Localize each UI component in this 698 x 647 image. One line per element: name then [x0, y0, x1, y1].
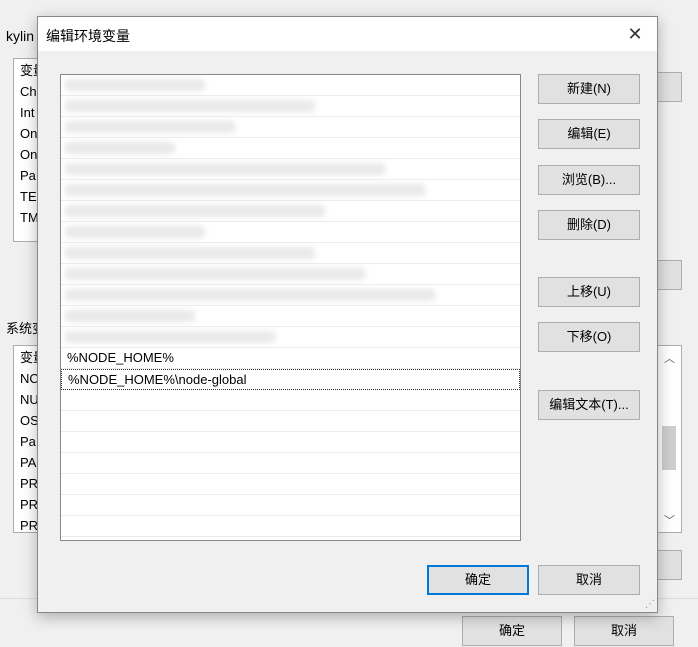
list-item[interactable]: OS [20, 413, 39, 429]
list-item[interactable] [61, 117, 520, 138]
parent-window-title: kylin [6, 28, 35, 44]
list-item[interactable] [61, 222, 520, 243]
list-item[interactable] [61, 159, 520, 180]
ok-button[interactable]: 确定 [427, 565, 529, 595]
parent-button-fragment[interactable] [657, 72, 682, 102]
list-item-text: %NODE_HOME% [67, 350, 174, 365]
redacted-entry [65, 226, 205, 238]
list-item[interactable] [61, 243, 520, 264]
redacted-entry [65, 205, 325, 217]
list-item[interactable]: PR [20, 497, 38, 513]
list-item[interactable] [61, 411, 520, 432]
edit-environment-variable-dialog: 编辑环境变量 ✕ %NODE_HOME% %NODE_HOME%\node-glo… [37, 16, 658, 613]
path-entries-list[interactable]: %NODE_HOME% %NODE_HOME%\node-global [60, 74, 521, 541]
delete-button[interactable]: 删除(D) [538, 210, 640, 240]
list-item[interactable]: TE [20, 189, 37, 205]
edit-button[interactable]: 编辑(E) [538, 119, 640, 149]
redacted-entry [65, 331, 275, 343]
list-item[interactable] [61, 201, 520, 222]
parent-button-fragment[interactable] [657, 550, 682, 580]
dialog-title: 编辑环境变量 [46, 28, 130, 44]
list-item[interactable]: NU [20, 392, 39, 408]
parent-button-fragment[interactable] [657, 260, 682, 290]
move-up-button[interactable]: 上移(U) [538, 277, 640, 307]
scroll-up-icon[interactable]: ︿ [664, 350, 675, 366]
list-item[interactable]: Ch [20, 84, 37, 100]
list-item[interactable]: PR [20, 476, 38, 492]
scroll-thumb[interactable] [662, 426, 676, 470]
list-item-text: %NODE_HOME%\node-global [68, 372, 247, 387]
list-item[interactable]: Pa [20, 168, 36, 184]
list-item[interactable] [61, 516, 520, 537]
list-item[interactable]: PR [20, 518, 38, 532]
redacted-entry [65, 142, 175, 154]
list-item[interactable] [61, 327, 520, 348]
resize-grip-icon[interactable]: ⋰ [645, 599, 655, 610]
parent-ok-button[interactable]: 确定 [462, 616, 562, 646]
redacted-entry [65, 247, 315, 259]
browse-button[interactable]: 浏览(B)... [538, 165, 640, 195]
cancel-button[interactable]: 取消 [538, 565, 640, 595]
list-item[interactable]: %NODE_HOME%\node-global [61, 369, 520, 390]
list-item[interactable] [61, 306, 520, 327]
list-item[interactable]: Pa [20, 434, 36, 450]
redacted-entry [65, 163, 385, 175]
redacted-entry [65, 79, 205, 91]
edit-text-button[interactable]: 编辑文本(T)... [538, 390, 640, 420]
list-item[interactable]: TM [20, 210, 39, 226]
close-icon[interactable]: ✕ [621, 21, 649, 47]
redacted-entry [65, 310, 195, 322]
redacted-entry [65, 100, 315, 112]
list-item[interactable] [61, 96, 520, 117]
list-item[interactable] [61, 264, 520, 285]
system-list-scrollbar[interactable]: ︿ ﹀ [657, 345, 682, 533]
list-item[interactable] [61, 285, 520, 306]
list-item[interactable] [61, 390, 520, 411]
list-item[interactable] [61, 75, 520, 96]
scroll-down-icon[interactable]: ﹀ [664, 512, 675, 528]
redacted-entry [65, 268, 365, 280]
list-item[interactable] [61, 474, 520, 495]
list-item[interactable]: Int [20, 105, 34, 121]
list-item[interactable]: PA [20, 455, 36, 471]
redacted-entry [65, 184, 425, 196]
list-item[interactable]: On [20, 147, 37, 163]
parent-cancel-button[interactable]: 取消 [574, 616, 674, 646]
dialog-titlebar[interactable]: 编辑环境变量 ✕ [38, 17, 657, 51]
move-down-button[interactable]: 下移(O) [538, 322, 640, 352]
new-button[interactable]: 新建(N) [538, 74, 640, 104]
list-item[interactable]: NC [20, 371, 39, 387]
list-item[interactable] [61, 432, 520, 453]
list-item[interactable]: On [20, 126, 37, 142]
list-item[interactable] [61, 495, 520, 516]
redacted-entry [65, 289, 435, 301]
redacted-entry [65, 121, 235, 133]
list-item[interactable] [61, 138, 520, 159]
list-item[interactable]: %NODE_HOME% [61, 348, 520, 369]
list-item[interactable] [61, 453, 520, 474]
list-item[interactable] [61, 180, 520, 201]
